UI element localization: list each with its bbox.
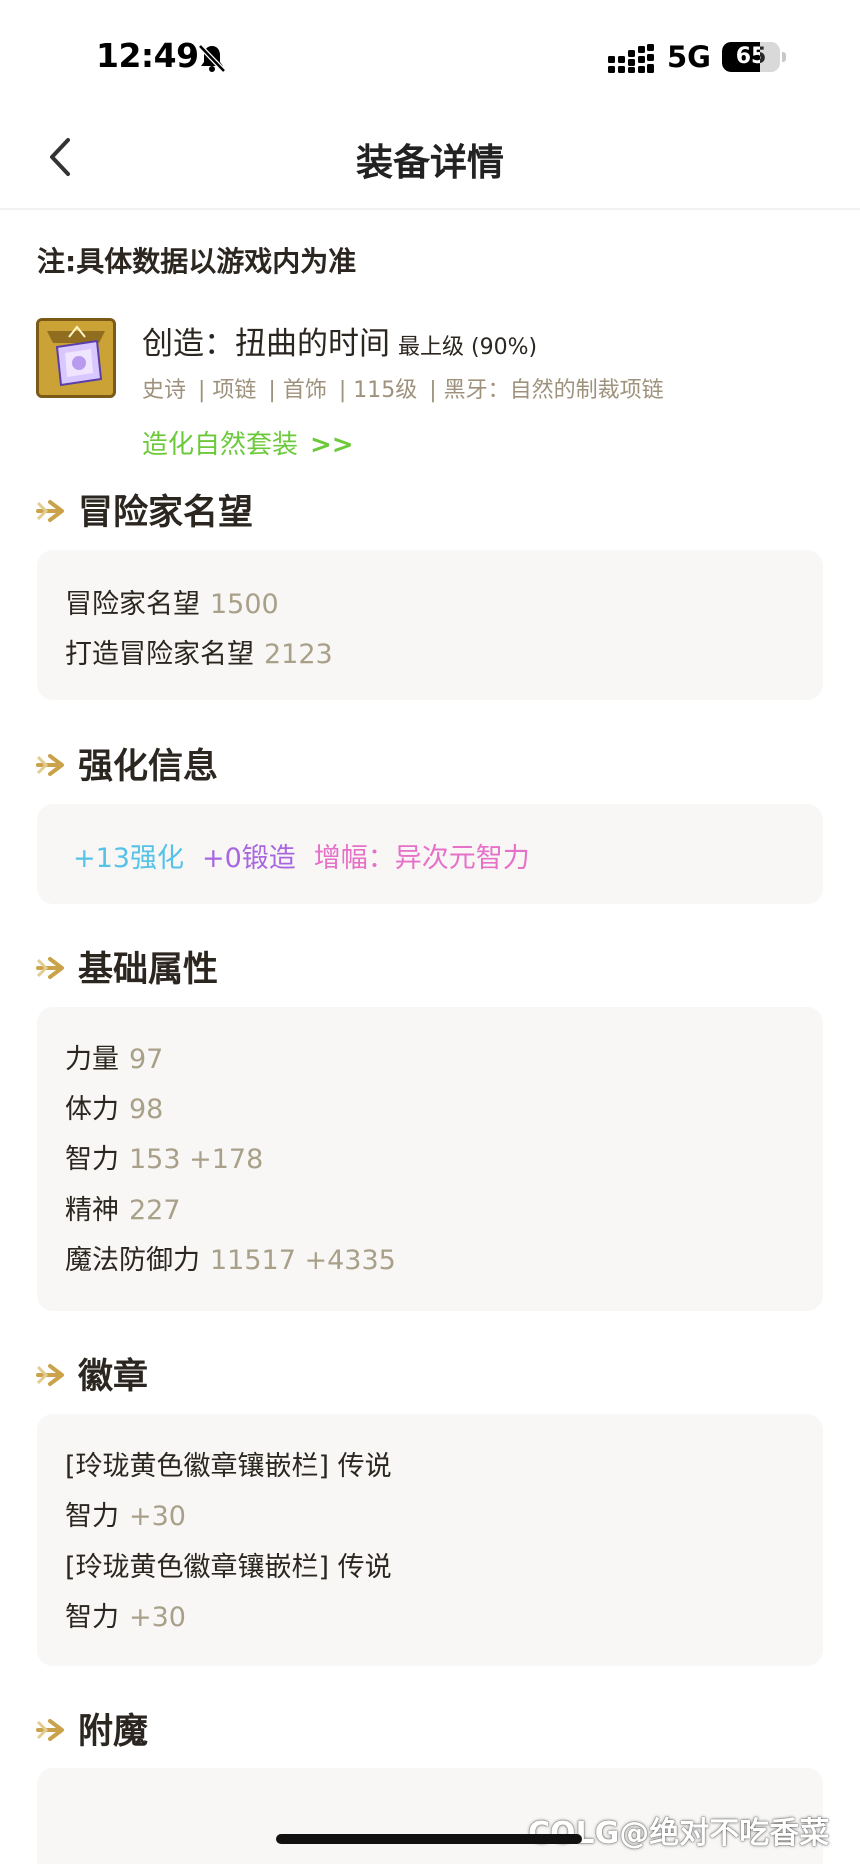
section-title: 强化信息 <box>78 747 219 787</box>
set-link[interactable]: 造化自然套装 >> <box>142 424 354 461</box>
reinforce-level: +13强化 <box>73 843 184 874</box>
base-stats-card: 力量 97 体力 98 智力 153 +178 精神 227 魔法防御力 11517 +4… <box>37 1007 823 1311</box>
item-grade: 最上级 (90%) <box>398 335 538 360</box>
status-time: 12:49 <box>96 36 199 75</box>
stat-label: 智力 <box>65 1501 119 1532</box>
section-heading-enchant: 附魔 <box>36 1703 148 1754</box>
stat-row: 力量 97 <box>65 1037 163 1076</box>
enhancement-card: +13强化 +0锻造 增幅：异次元智力 <box>37 804 823 904</box>
battery-tip <box>782 52 786 62</box>
emblem-slot-label: [玲珑黄色徽章镶嵌栏] 传说 <box>65 1451 392 1482</box>
stat-row: 智力 153 +178 <box>65 1137 263 1176</box>
section-heading-base-stats: 基础属性 <box>36 941 218 992</box>
stat-value: +30 <box>129 1602 186 1633</box>
stat-label: 精神 <box>65 1195 119 1226</box>
forge-level: +0锻造 <box>201 843 296 874</box>
item-tag-rarity: 史诗 <box>142 378 187 403</box>
emblem-slot-label: [玲珑黄色徽章镶嵌栏] 传说 <box>65 1552 392 1583</box>
item-tag-source: | 黑牙：自然的制裁项链 <box>429 378 664 403</box>
stat-label: 冒险家名望 <box>65 589 200 620</box>
data-disclaimer: 注:具体数据以游戏内为准 <box>37 245 357 278</box>
section-arrow-icon <box>36 957 64 979</box>
stat-value: 1500 <box>210 589 279 620</box>
stat-row: 智力 +30 <box>65 1595 186 1634</box>
section-title: 冒险家名望 <box>78 493 254 533</box>
section-heading-enhancement: 强化信息 <box>36 738 218 789</box>
enhancement-row: +13强化 +0锻造 增幅：异次元智力 <box>73 836 530 875</box>
battery-icon: 65 <box>722 42 780 72</box>
stat-value: +30 <box>129 1501 186 1532</box>
section-arrow-icon <box>36 1364 64 1386</box>
stat-label: 智力 <box>65 1144 119 1175</box>
stat-value: 11517 +4335 <box>210 1245 396 1276</box>
stat-label: 魔法防御力 <box>65 1245 200 1276</box>
emblems-card: [玲珑黄色徽章镶嵌栏] 传说 智力 +30 [玲珑黄色徽章镶嵌栏] 传说 智力 +3… <box>37 1414 823 1666</box>
item-tag-slot: | 项链 <box>198 378 257 403</box>
item-tags: 史诗 | 项链 | 首饰 | 115级 | 黑牙：自然的制裁项链 <box>142 372 676 404</box>
section-title: 基础属性 <box>78 950 219 990</box>
watermark: COLG@绝对不吃香菜 <box>528 1816 830 1851</box>
battery-level: 65 <box>735 44 767 69</box>
stat-row: 魔法防御力 11517 +4335 <box>65 1238 396 1277</box>
stat-row: 冒险家名望 1500 <box>65 582 279 621</box>
item-name-text: 创造：扭曲的时间 <box>142 326 390 362</box>
bell-muted-icon <box>198 44 226 73</box>
item-tag-level: | 115级 <box>338 378 418 403</box>
stat-row: 智力 +30 <box>65 1494 186 1533</box>
section-heading-emblems: 徽章 <box>36 1348 148 1399</box>
nav-divider <box>0 208 860 210</box>
home-indicator[interactable] <box>276 1834 582 1844</box>
status-bar: 12:49 5G 65 <box>0 0 860 110</box>
set-link-arrow: >> <box>310 430 354 460</box>
section-heading-reputation: 冒险家名望 <box>36 484 253 535</box>
stat-label: 打造冒险家名望 <box>65 639 254 670</box>
section-title: 徽章 <box>78 1357 149 1397</box>
stat-value: 227 <box>129 1195 181 1226</box>
stat-value: 98 <box>129 1094 164 1125</box>
emblem-slot: [玲珑黄色徽章镶嵌栏] 传说 <box>65 1545 392 1584</box>
stat-label: 智力 <box>65 1602 119 1633</box>
section-arrow-icon <box>36 1719 64 1741</box>
necklace-icon <box>39 321 113 395</box>
set-link-label: 造化自然套装 <box>142 430 299 460</box>
item-tag-category: | 首饰 <box>268 378 327 403</box>
amplify-info: 增幅：异次元智力 <box>313 843 530 874</box>
stat-row: 精神 227 <box>65 1188 181 1227</box>
network-type: 5G <box>667 40 711 74</box>
item-name: 创造：扭曲的时间 最上级 (90%) <box>142 318 537 363</box>
reputation-card: 冒险家名望 1500 打造冒险家名望 2123 <box>37 550 823 700</box>
stat-row: 体力 98 <box>65 1087 163 1126</box>
stat-value: 2123 <box>264 639 333 670</box>
stat-label: 体力 <box>65 1094 119 1125</box>
page-title: 装备详情 <box>356 141 504 184</box>
stat-label: 力量 <box>65 1044 119 1075</box>
stat-value: 97 <box>129 1044 164 1075</box>
item-icon <box>36 318 116 398</box>
signal-icon <box>608 44 654 73</box>
emblem-slot: [玲珑黄色徽章镶嵌栏] 传说 <box>65 1444 392 1483</box>
section-arrow-icon <box>36 500 64 522</box>
stat-value: 153 +178 <box>129 1144 264 1175</box>
section-arrow-icon <box>36 754 64 776</box>
stat-row: 打造冒险家名望 2123 <box>65 632 333 671</box>
section-title: 附魔 <box>78 1712 149 1752</box>
